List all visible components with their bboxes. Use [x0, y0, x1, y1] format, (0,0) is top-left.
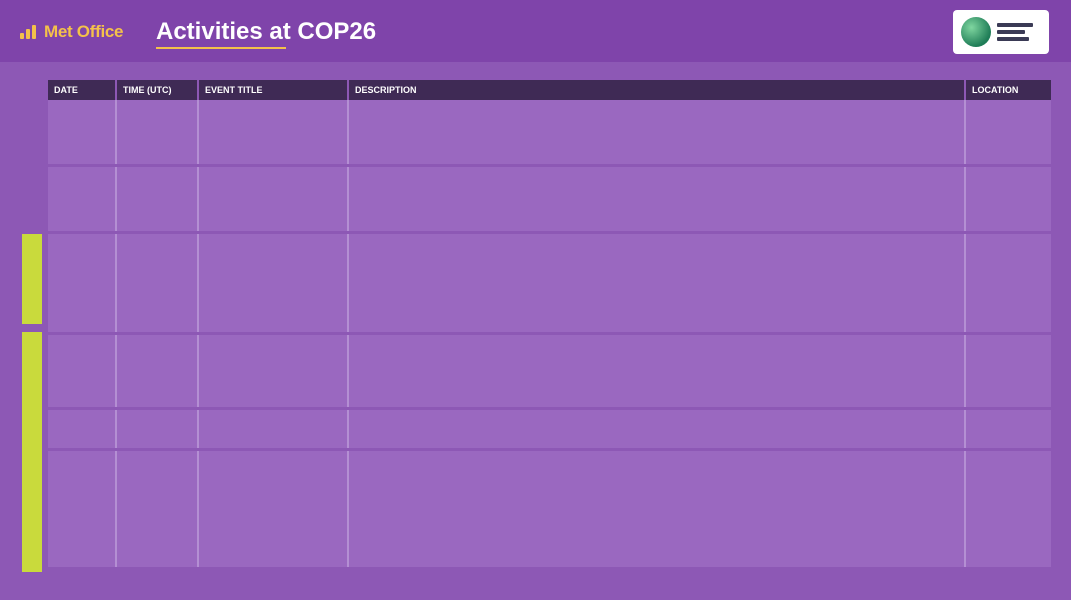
cell-location: [965, 100, 1051, 167]
table-row: [48, 232, 1051, 335]
cell-time: [116, 232, 199, 335]
cell-time: [116, 165, 199, 234]
column-header-location: LOCATION: [965, 80, 1051, 100]
cell-event-title: [198, 333, 349, 410]
table-header-row: DATE TIME (UTC) EVENT TITLE DESCRIPTION …: [48, 80, 1051, 100]
met-office-logo: Met Office: [20, 22, 123, 42]
cell-event-title: [198, 408, 349, 451]
cell-date: [48, 165, 117, 234]
table-row: [48, 100, 1051, 167]
logo-text: Met Office: [44, 22, 124, 41]
cell-date: [48, 100, 117, 167]
met-office-logo-icon: [20, 25, 40, 39]
badge-text-lines: [997, 23, 1033, 41]
cell-description: [348, 408, 966, 451]
cop26-badge: [953, 10, 1049, 54]
cell-event-title: [198, 232, 349, 335]
cell-date: [48, 232, 117, 335]
cell-time: [116, 333, 199, 410]
cell-time: [116, 100, 199, 167]
cell-time: [116, 408, 199, 451]
page-title: Activities at COP26: [156, 18, 377, 45]
cell-event-title: [198, 449, 349, 570]
cell-description: [348, 449, 966, 570]
column-header-time: TIME (UTC): [116, 80, 199, 100]
side-tag-1: [22, 234, 42, 324]
cell-date: [48, 449, 117, 570]
table-row: [48, 449, 1051, 570]
cell-date: [48, 333, 117, 410]
cell-date: [48, 408, 117, 451]
cell-time: [116, 449, 199, 570]
cell-description: [348, 232, 966, 335]
cell-description: [348, 100, 966, 167]
cell-location: [965, 232, 1051, 335]
globe-icon: [961, 17, 991, 47]
cell-description: [348, 165, 966, 234]
activities-table: DATE TIME (UTC) EVENT TITLE DESCRIPTION …: [48, 80, 1051, 575]
cell-location: [965, 449, 1051, 570]
cell-event-title: [198, 100, 349, 167]
table-row: [48, 333, 1051, 410]
cell-description: [348, 333, 966, 410]
column-header-description: DESCRIPTION: [348, 80, 966, 100]
table-row: [48, 408, 1051, 451]
title-underline: [156, 47, 286, 49]
cell-event-title: [198, 165, 349, 234]
column-header-event-title: EVENT TITLE: [198, 80, 349, 100]
side-tag-2: [22, 332, 42, 572]
cell-location: [965, 165, 1051, 234]
column-header-date: DATE: [48, 80, 117, 100]
cell-location: [965, 408, 1051, 451]
table-row: [48, 165, 1051, 234]
cell-location: [965, 333, 1051, 410]
